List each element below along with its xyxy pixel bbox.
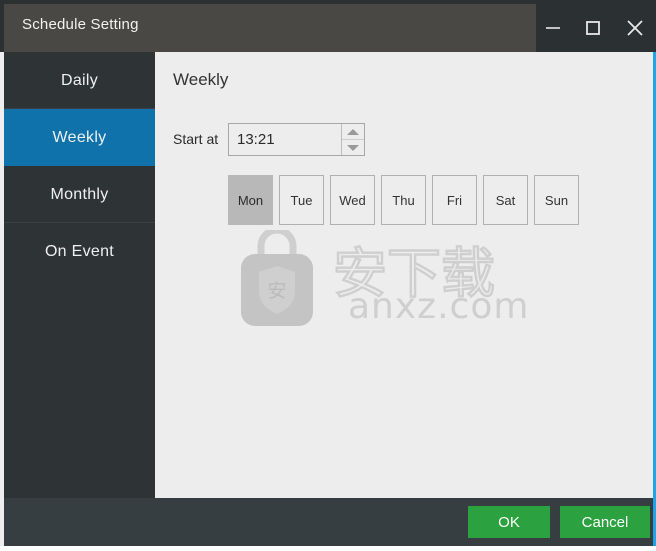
- watermark: 安 安下载 anxz.com: [233, 226, 528, 330]
- day-button-tue[interactable]: Tue: [279, 175, 324, 225]
- schedule-setting-window: Schedule Setting Daily Weekly Monthly On…: [0, 0, 656, 546]
- title-bar: Schedule Setting: [0, 0, 656, 52]
- footer-bar: OK Cancel: [4, 498, 653, 546]
- maximize-icon[interactable]: [573, 8, 613, 48]
- day-button-fri[interactable]: Fri: [432, 175, 477, 225]
- up-triangle: [347, 128, 359, 135]
- start-at-label: Start at: [173, 131, 219, 147]
- start-time-input[interactable]: 13:21: [228, 123, 365, 156]
- svg-text:安: 安: [267, 280, 286, 302]
- day-label: Fri: [446, 192, 463, 208]
- down-arrow-icon[interactable]: [342, 140, 364, 155]
- day-label: Thu: [392, 192, 415, 208]
- day-button-mon[interactable]: Mon: [228, 175, 273, 225]
- time-stepper[interactable]: [341, 124, 364, 155]
- sidebar-item-monthly[interactable]: Monthly: [4, 166, 155, 223]
- day-button-sun[interactable]: Sun: [534, 175, 579, 225]
- page-title: Weekly: [173, 70, 229, 89]
- sidebar-item-on-event[interactable]: On Event: [4, 223, 155, 280]
- sidebar-item-label: On Event: [44, 243, 115, 260]
- content-pane: Weekly Start at 13:21 Mon Tue Wed Thu Fr…: [155, 52, 653, 498]
- watermark-domain: anxz.com: [348, 286, 530, 327]
- up-arrow-icon[interactable]: [342, 124, 364, 140]
- day-button-wed[interactable]: Wed: [330, 175, 375, 225]
- day-label: Sat: [495, 192, 516, 208]
- start-time-value: 13:21: [237, 131, 275, 148]
- sidebar: Daily Weekly Monthly On Event: [4, 52, 155, 498]
- day-button-thu[interactable]: Thu: [381, 175, 426, 225]
- sidebar-item-label: Daily: [60, 72, 99, 89]
- day-label: Tue: [290, 192, 313, 208]
- sidebar-item-label: Monthly: [50, 186, 109, 203]
- ok-button[interactable]: OK: [468, 506, 550, 538]
- day-label: Mon: [237, 192, 264, 208]
- cancel-button[interactable]: Cancel: [560, 506, 650, 538]
- sidebar-item-label: Weekly: [52, 129, 107, 146]
- weekday-selector: Mon Tue Wed Thu Fri Sat Sun: [228, 175, 579, 225]
- svg-text:安下载: 安下载: [333, 242, 495, 305]
- window-title: Schedule Setting: [22, 16, 139, 33]
- day-label: Sun: [544, 192, 569, 208]
- sidebar-item-daily[interactable]: Daily: [4, 52, 155, 109]
- minimize-icon[interactable]: [533, 8, 573, 48]
- close-icon[interactable]: [615, 8, 655, 48]
- watermark-logo-icon: 安 安下载: [241, 226, 496, 326]
- down-triangle: [347, 144, 359, 151]
- day-button-sat[interactable]: Sat: [483, 175, 528, 225]
- sidebar-item-weekly[interactable]: Weekly: [4, 109, 155, 166]
- day-label: Wed: [339, 192, 366, 208]
